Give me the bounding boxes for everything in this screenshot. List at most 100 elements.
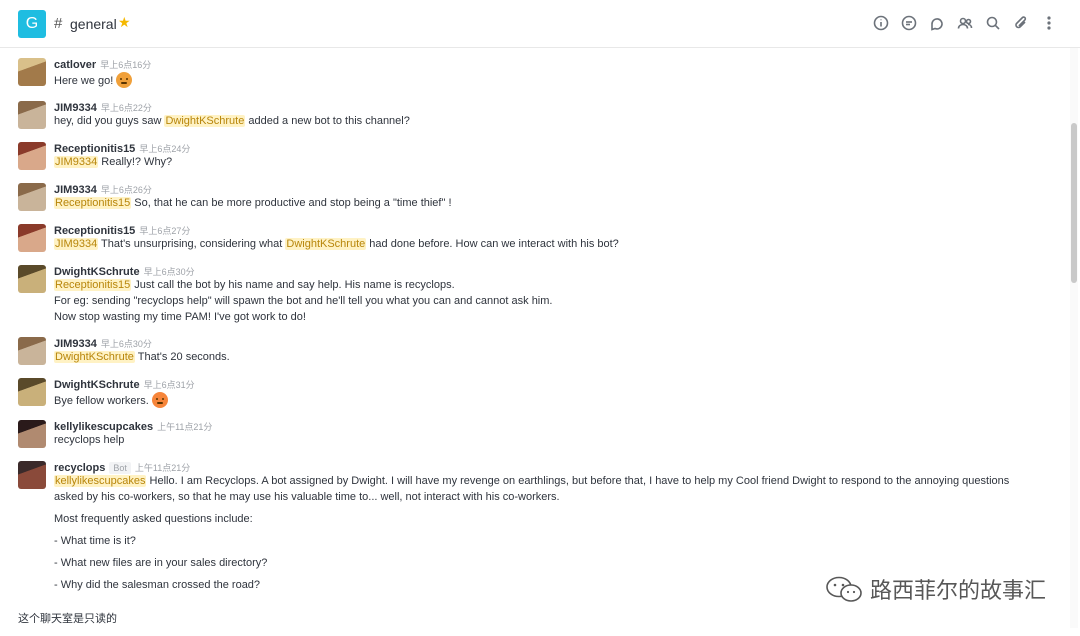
message-timestamp[interactable]: 上午11点21分: [157, 422, 212, 432]
message-text: JIM9334 Really!? Why?: [54, 156, 172, 168]
message-header: recyclops Bot 上午11点21分: [54, 461, 190, 474]
info-icon[interactable]: [872, 14, 890, 32]
scrollbar[interactable]: [1070, 48, 1078, 628]
discussion-icon[interactable]: [900, 14, 918, 32]
message-timestamp[interactable]: 早上6点26分: [101, 185, 152, 195]
avatar[interactable]: [18, 142, 46, 170]
user-mention[interactable]: JIM9334: [54, 156, 99, 168]
username[interactable]: recyclops: [54, 462, 105, 474]
message-text-segment: That's 20 seconds.: [134, 351, 230, 363]
message-text: Bye fellow workers.: [54, 392, 168, 408]
message-timestamp[interactable]: 早上6点16分: [100, 60, 151, 70]
readonly-notice: 这个聊天室是只读的: [18, 613, 117, 625]
message-text: kellylikescupcakes Hello. I am Recyclops…: [54, 475, 1009, 487]
message-text: Most frequently asked questions include:: [54, 513, 253, 525]
message-text-segment: asked by his co-workers, so that he may …: [54, 491, 560, 503]
avatar[interactable]: [18, 420, 46, 448]
channel-hash-icon: #: [54, 15, 63, 32]
username[interactable]: Receptionitis15: [54, 143, 135, 155]
avatar[interactable]: [18, 461, 46, 489]
threads-icon[interactable]: [928, 14, 946, 32]
message-header: DwightKSchrute 早上6点31分: [54, 378, 195, 391]
message-text-segment: added a new bot to this channel?: [245, 115, 410, 127]
message-timestamp[interactable]: 早上6点27分: [139, 226, 190, 236]
message-text: hey, did you guys saw DwightKSchrute add…: [54, 115, 410, 127]
message-timestamp[interactable]: 早上6点30分: [101, 339, 152, 349]
message-text-segment: Most frequently asked questions include:: [54, 513, 253, 525]
username[interactable]: JIM9334: [54, 184, 97, 196]
message-header: kellylikescupcakes 上午11点21分: [54, 420, 212, 433]
favorite-star-icon[interactable]: ★: [118, 14, 131, 31]
members-icon[interactable]: [956, 14, 974, 32]
username[interactable]: DwightKSchrute: [54, 266, 140, 278]
bot-badge: Bot: [109, 462, 131, 474]
message-header: catlover 早上6点16分: [54, 58, 151, 71]
message-timestamp[interactable]: 早上6点31分: [144, 380, 195, 390]
user-mention[interactable]: DwightKSchrute: [285, 238, 367, 250]
username[interactable]: kellylikescupcakes: [54, 421, 153, 433]
message-header: JIM9334 早上6点26分: [54, 183, 152, 196]
message-text: Here we go!: [54, 72, 133, 88]
room-avatar[interactable]: G: [18, 10, 46, 38]
message-timestamp[interactable]: 早上6点24分: [139, 144, 190, 154]
message-header: Receptionitis15 早上6点24分: [54, 142, 190, 155]
message-text: Receptionitis15 Just call the bot by his…: [54, 279, 455, 291]
message-text: For eg: sending "recyclops help" will sp…: [54, 295, 552, 307]
message-header: JIM9334 早上6点22分: [54, 101, 152, 114]
kebab-menu-icon[interactable]: [1040, 14, 1058, 32]
message-text-segment: Hello. I am Recyclops. A bot assigned by…: [146, 475, 1010, 487]
message-text-segment: Just call the bot by his name and say he…: [131, 279, 455, 291]
message-text: recyclops help: [54, 434, 124, 446]
message-text-segment: That's unsurprising, considering what: [98, 238, 286, 250]
angry-face-emoji-icon: [151, 392, 168, 408]
user-mention[interactable]: Receptionitis15: [54, 279, 132, 291]
message-text: Now stop wasting my time PAM! I've got w…: [54, 311, 306, 323]
search-icon[interactable]: [984, 14, 1002, 32]
message-text: Receptionitis15 So, that he can be more …: [54, 197, 452, 209]
user-mention[interactable]: DwightKSchrute: [164, 115, 246, 127]
message-header: JIM9334 早上6点30分: [54, 337, 152, 350]
username[interactable]: Receptionitis15: [54, 225, 135, 237]
message-text-segment: So, that he can be more productive and s…: [131, 197, 452, 209]
avatar[interactable]: [18, 101, 46, 129]
watermark-text: 路西菲尔的故事汇: [869, 578, 1046, 603]
message-text-segment: - Why did the salesman crossed the road?: [54, 579, 261, 591]
avatar[interactable]: [18, 337, 46, 365]
room-title[interactable]: general: [70, 16, 117, 32]
message-text-segment: recyclops help: [54, 434, 125, 446]
avatar[interactable]: [18, 265, 46, 293]
user-mention[interactable]: kellylikescupcakes: [54, 475, 147, 487]
message-header: DwightKSchrute 早上6点30分: [54, 265, 195, 278]
message-timestamp[interactable]: 早上6点22分: [101, 103, 152, 113]
message-text: asked by his co-workers, so that he may …: [54, 491, 560, 503]
message-text: DwightKSchrute That's 20 seconds.: [54, 351, 230, 363]
message-text: - What new files are in your sales direc…: [54, 557, 267, 569]
wechat-logo-icon: [826, 576, 862, 602]
message-text: JIM9334 That's unsurprising, considering…: [54, 238, 619, 250]
message-timestamp[interactable]: 早上6点30分: [144, 267, 195, 277]
avatar[interactable]: [18, 183, 46, 211]
avatar[interactable]: [18, 58, 46, 86]
message-text-segment: hey, did you guys saw: [54, 115, 165, 127]
message-text: - What time is it?: [54, 535, 136, 547]
user-mention[interactable]: Receptionitis15: [54, 197, 132, 209]
message-text-segment: - What time is it?: [54, 535, 136, 547]
username[interactable]: catlover: [54, 59, 96, 71]
message-text-segment: Really!? Why?: [98, 156, 173, 168]
user-mention[interactable]: JIM9334: [54, 238, 99, 250]
username[interactable]: JIM9334: [54, 338, 97, 350]
message-text-segment: had done before. How can we interact wit…: [366, 238, 619, 250]
message-header: Receptionitis15 早上6点27分: [54, 224, 190, 237]
message-list: catlover 早上6点16分 Here we go! JIM9334 早上6点22…: [0, 48, 1068, 600]
avatar[interactable]: [18, 378, 46, 406]
avatar[interactable]: [18, 224, 46, 252]
message-text-segment: Here we go!: [54, 75, 117, 87]
message-text-segment: - What new files are in your sales direc…: [54, 557, 268, 569]
watermark: 路西菲尔的故事汇: [824, 573, 1046, 605]
username[interactable]: DwightKSchrute: [54, 379, 140, 391]
message-timestamp[interactable]: 上午11点21分: [135, 463, 190, 473]
username[interactable]: JIM9334: [54, 102, 97, 114]
attachment-icon[interactable]: [1012, 14, 1030, 32]
user-mention[interactable]: DwightKSchrute: [54, 351, 135, 363]
scrollbar-thumb[interactable]: [1071, 123, 1077, 283]
